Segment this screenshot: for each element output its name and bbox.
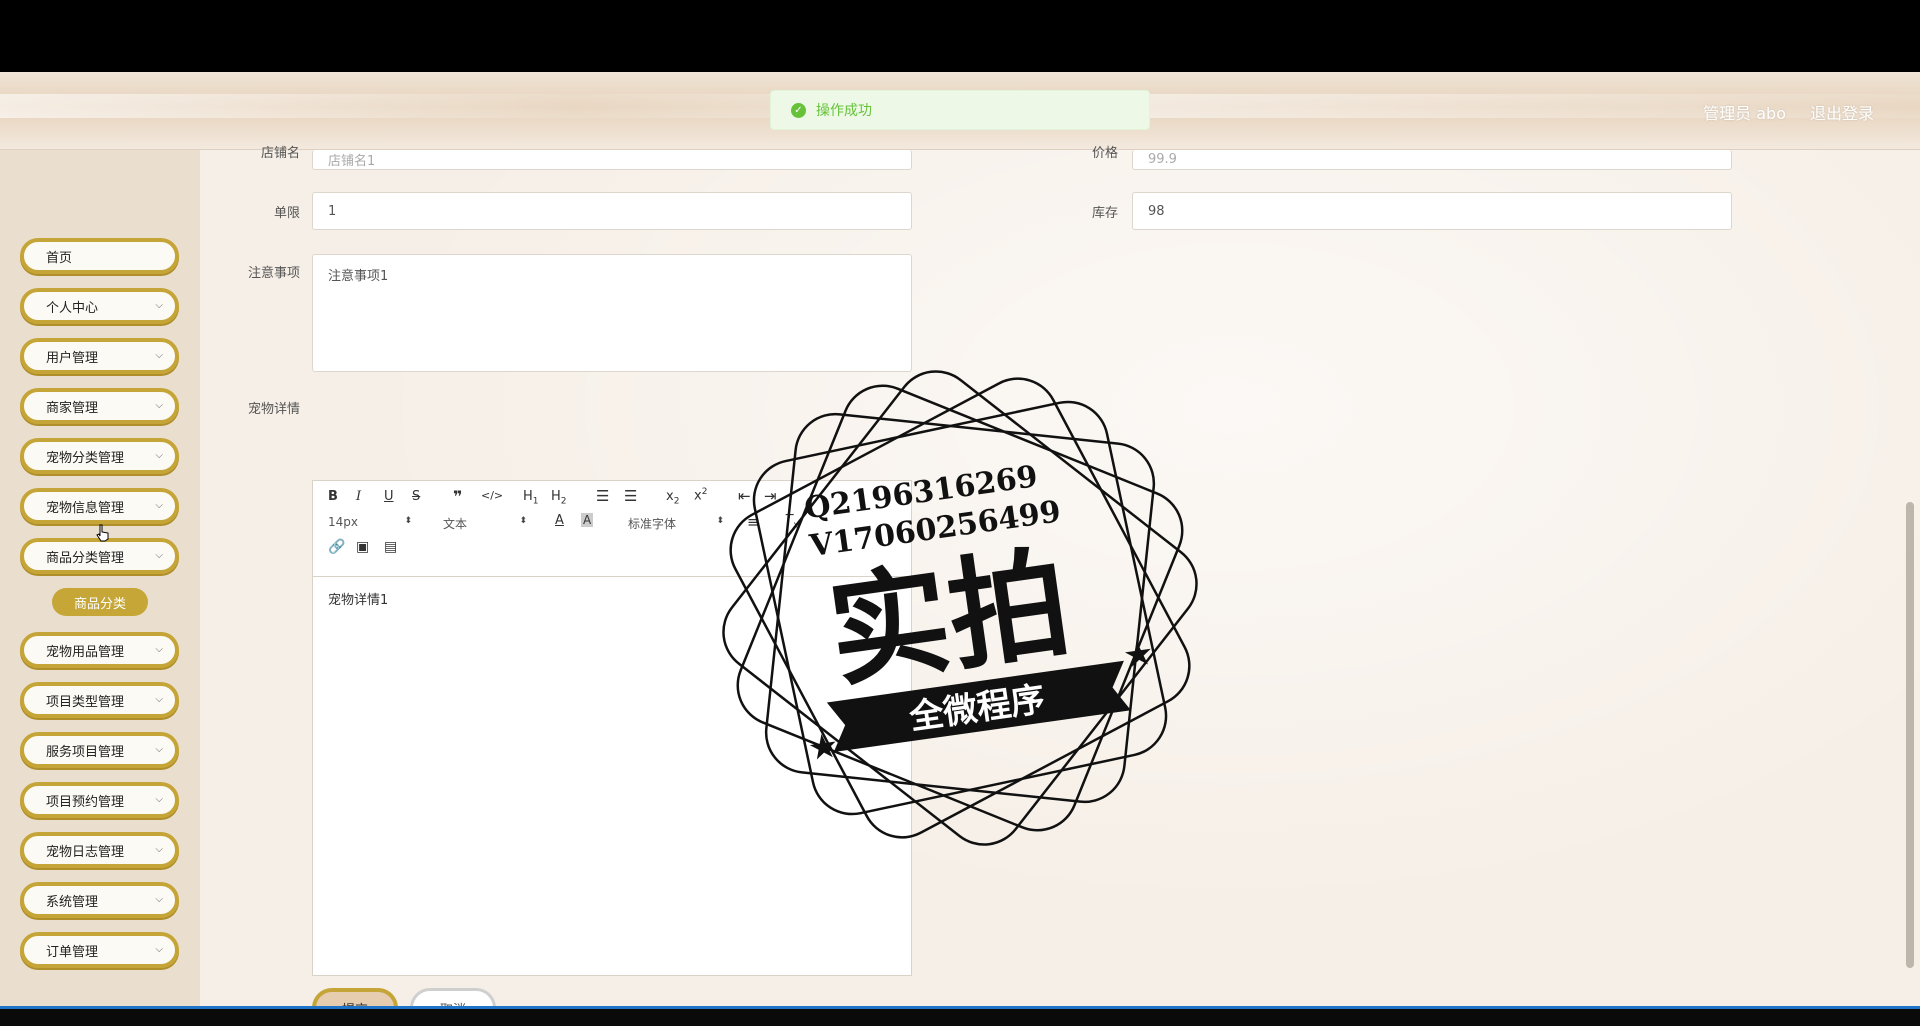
- font-size-select[interactable]: 14px ⬍: [328, 515, 412, 529]
- star-icon: ★: [1121, 633, 1157, 677]
- chevron-down-icon: ⌵: [155, 694, 163, 705]
- toast-message: 操作成功: [816, 103, 872, 119]
- italic-icon[interactable]: I: [356, 489, 361, 504]
- sidebar-item-project-types[interactable]: 项目类型管理 ⌵: [20, 682, 179, 718]
- shop-label: 店铺名: [260, 146, 300, 161]
- font-color-icon[interactable]: A: [555, 513, 564, 528]
- chevron-down-icon: ⌵: [155, 550, 163, 561]
- detail-label: 宠物详情: [247, 402, 300, 417]
- sidebar-item-services[interactable]: 服务项目管理 ⌵: [20, 732, 179, 768]
- submenu-item-goods-category[interactable]: 商品分类: [52, 588, 148, 616]
- ordered-list-icon[interactable]: ☰: [596, 487, 609, 505]
- shop-input[interactable]: 店铺名1: [312, 150, 912, 170]
- chevron-down-icon: ⌵: [155, 894, 163, 905]
- chevron-updown-icon: ⬍: [404, 516, 412, 526]
- chevron-down-icon: ⌵: [155, 844, 163, 855]
- code-icon[interactable]: </>: [481, 489, 503, 502]
- stock-input[interactable]: 98: [1132, 192, 1732, 230]
- check-circle-icon: ✓: [791, 102, 806, 118]
- scrollbar[interactable]: [1906, 502, 1914, 968]
- bold-icon[interactable]: B: [328, 489, 338, 504]
- price-input[interactable]: 99.9: [1132, 150, 1732, 170]
- blockquote-icon[interactable]: ❞: [453, 487, 462, 506]
- chevron-down-icon: ⌵: [155, 944, 163, 955]
- sidebar-item-home[interactable]: 首页: [20, 238, 179, 274]
- chevron-down-icon: ⌵: [155, 500, 163, 511]
- sidebar-item-system[interactable]: 系统管理 ⌵: [20, 882, 179, 918]
- chevron-down-icon: ⌵: [155, 400, 163, 411]
- app-window: 管理员 abo 退出登录 ✓ 操作成功 首页 个人中心 ⌵ 用户管理 ⌵ 商家管理 ⌵…: [0, 72, 1920, 1006]
- chevron-down-icon: ⌵: [155, 644, 163, 655]
- video-icon[interactable]: ▤: [384, 539, 397, 555]
- success-toast: ✓ 操作成功: [770, 90, 1150, 130]
- background-color-icon[interactable]: A: [581, 513, 594, 527]
- sidebar-item-goods-category[interactable]: 商品分类管理 ⌵: [20, 538, 179, 574]
- sidebar-item-merchants[interactable]: 商家管理 ⌵: [20, 388, 179, 424]
- sidebar-item-pet-supplies[interactable]: 宠物用品管理 ⌵: [20, 632, 179, 668]
- sidebar-item-bookings[interactable]: 项目预约管理 ⌵: [20, 782, 179, 818]
- chevron-updown-icon: ⬍: [519, 516, 527, 526]
- star-icon: ★: [805, 725, 841, 769]
- chevron-down-icon: ⌵: [155, 350, 163, 361]
- link-icon[interactable]: 🔗: [328, 539, 345, 555]
- notes-textarea[interactable]: 注意事项1: [312, 254, 912, 372]
- hand-cursor-icon: [96, 524, 109, 542]
- limit-input[interactable]: 1: [312, 192, 912, 230]
- strikethrough-icon[interactable]: S: [412, 489, 420, 504]
- editor-content: 宠物详情1: [328, 593, 389, 608]
- submit-button[interactable]: 提交: [312, 988, 398, 1006]
- sidebar-item-pet-info[interactable]: 宠物信息管理 ⌵: [20, 488, 179, 524]
- limit-label: 单限: [273, 206, 300, 221]
- font-family-select[interactable]: 标准字体 ⬍: [628, 515, 724, 532]
- watermark-stamp: Q2196316269 V17060256499 实拍 全微程序 ★ ★: [722, 370, 1198, 846]
- superscript-icon[interactable]: x2: [694, 487, 707, 503]
- current-user: 管理员 abo: [1703, 104, 1786, 123]
- sidebar-item-users[interactable]: 用户管理 ⌵: [20, 338, 179, 374]
- chevron-down-icon: ⌵: [155, 744, 163, 755]
- cancel-button[interactable]: 取消: [410, 988, 496, 1006]
- sidebar-item-profile[interactable]: 个人中心 ⌵: [20, 288, 179, 324]
- heading2-icon[interactable]: H2: [551, 489, 567, 507]
- subscript-icon[interactable]: x2: [666, 489, 679, 507]
- notes-label: 注意事项: [247, 266, 300, 281]
- chevron-down-icon: ⌵: [155, 450, 163, 461]
- taskbar: [0, 1006, 1920, 1026]
- sidebar-item-pet-category[interactable]: 宠物分类管理 ⌵: [20, 438, 179, 474]
- chevron-down-icon: ⌵: [155, 794, 163, 805]
- image-icon[interactable]: ▣: [356, 539, 369, 555]
- screen-top-bar: [0, 0, 1920, 72]
- bullet-list-icon[interactable]: ☰: [624, 487, 637, 505]
- sidebar-item-orders[interactable]: 订单管理 ⌵: [20, 932, 179, 968]
- text-type-select[interactable]: 文本 ⬍: [443, 515, 527, 532]
- price-label: 价格: [1091, 146, 1118, 161]
- underline-icon[interactable]: U: [384, 489, 394, 504]
- chevron-down-icon: ⌵: [155, 300, 163, 311]
- stock-label: 库存: [1091, 206, 1118, 221]
- heading1-icon[interactable]: H1: [523, 489, 539, 507]
- sidebar-item-pet-logs[interactable]: 宠物日志管理 ⌵: [20, 832, 179, 868]
- sidebar: 首页 个人中心 ⌵ 用户管理 ⌵ 商家管理 ⌵ 宠物分类管理 ⌵ 宠物信息管理 ⌵ 商品分…: [0, 150, 200, 1006]
- logout-link[interactable]: 退出登录: [1810, 100, 1874, 124]
